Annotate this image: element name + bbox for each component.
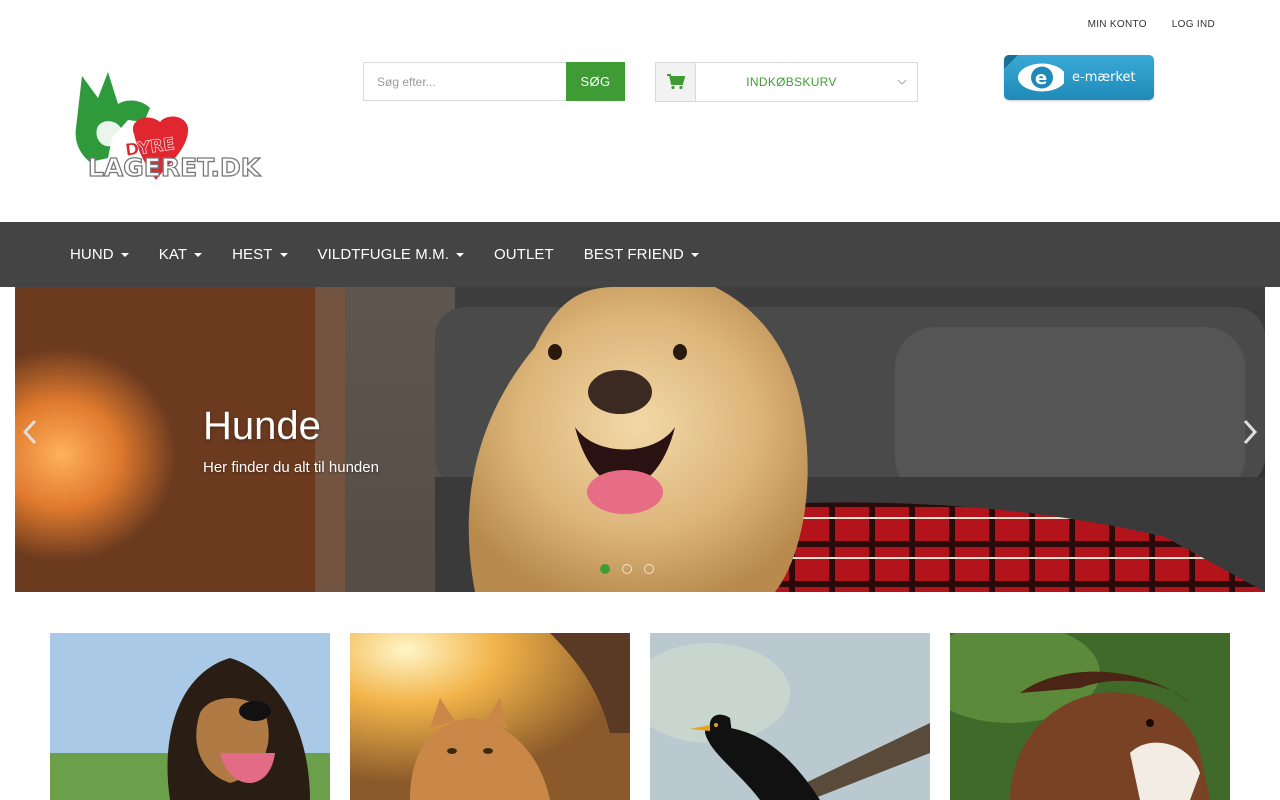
hero-slider: Hunde Her finder du alt til hunden [15, 287, 1265, 592]
nav-item-vildtfugle[interactable]: VILDTFUGLE M.M. [303, 246, 480, 263]
nav-item-kat[interactable]: KAT [144, 246, 217, 263]
top-links: MIN KONTO LOG IND [1088, 19, 1215, 30]
login-link[interactable]: LOG IND [1172, 19, 1215, 30]
my-account-link[interactable]: MIN KONTO [1088, 19, 1147, 30]
chevron-left-icon [22, 419, 37, 445]
nav-item-hund[interactable]: HUND [55, 246, 144, 263]
category-tile-horse[interactable] [950, 633, 1230, 800]
category-tile-cat[interactable] [350, 633, 630, 800]
slider-next-button[interactable] [1237, 417, 1263, 447]
dog-image [50, 633, 330, 800]
e-maerket-badge[interactable]: e e-mærket [1004, 55, 1154, 100]
slider-dot[interactable] [622, 564, 632, 574]
search-button[interactable]: SØG [566, 62, 625, 101]
bird-image [650, 633, 930, 800]
e-maerket-eye-icon: e [1004, 55, 1064, 92]
nav-item-label: VILDTFUGLE M.M. [317, 246, 450, 263]
caret-down-icon [194, 252, 203, 257]
caret-down-icon [120, 252, 129, 257]
nav-item-hest[interactable]: HEST [217, 246, 302, 263]
nav-item-label: HUND [70, 246, 114, 263]
cart-icon-box [656, 63, 696, 101]
e-maerket-label: e-mærket [1072, 70, 1136, 85]
slider-dot[interactable] [600, 564, 610, 574]
horse-image [950, 633, 1230, 800]
nav-item-label: BEST FRIEND [583, 246, 684, 263]
cart-label: INDKØBSKURV [746, 75, 837, 89]
shopping-cart-icon [666, 74, 685, 90]
nav-item-label: HEST [232, 246, 273, 263]
slider-dots [600, 564, 654, 574]
search-input[interactable] [363, 62, 566, 101]
nav-item-outlet[interactable]: OUTLET [479, 246, 569, 263]
category-tile-dog[interactable] [50, 633, 330, 800]
caret-down-icon [456, 252, 465, 257]
main-nav: HUND KAT HEST VILDTFUGLE M.M. OUTLET BES… [0, 222, 1280, 287]
search-bar: SØG [363, 62, 625, 101]
nav-item-label: OUTLET [494, 246, 554, 263]
slider-prev-button[interactable] [17, 417, 43, 447]
category-tile-bird[interactable] [650, 633, 930, 800]
nav-item-best-friend[interactable]: BEST FRIEND [569, 246, 714, 263]
cart-dropdown[interactable]: INDKØBSKURV [655, 62, 918, 102]
slider-dot[interactable] [644, 564, 654, 574]
chevron-right-icon [1243, 419, 1258, 445]
nav-item-label: KAT [158, 246, 188, 263]
logo-line2: LAGERET.DK [88, 153, 262, 182]
hero-title: Hunde [203, 404, 321, 448]
cat-image [350, 633, 630, 800]
caret-down-icon [690, 252, 699, 257]
site-logo[interactable]: DYRE LAGERET.DK [68, 68, 264, 194]
caret-down-icon [279, 252, 288, 257]
category-tiles [50, 633, 1230, 800]
hero-subtitle: Her finder du alt til hunden [203, 459, 379, 476]
chevron-down-icon [887, 63, 917, 101]
svg-text:e: e [1035, 68, 1047, 89]
